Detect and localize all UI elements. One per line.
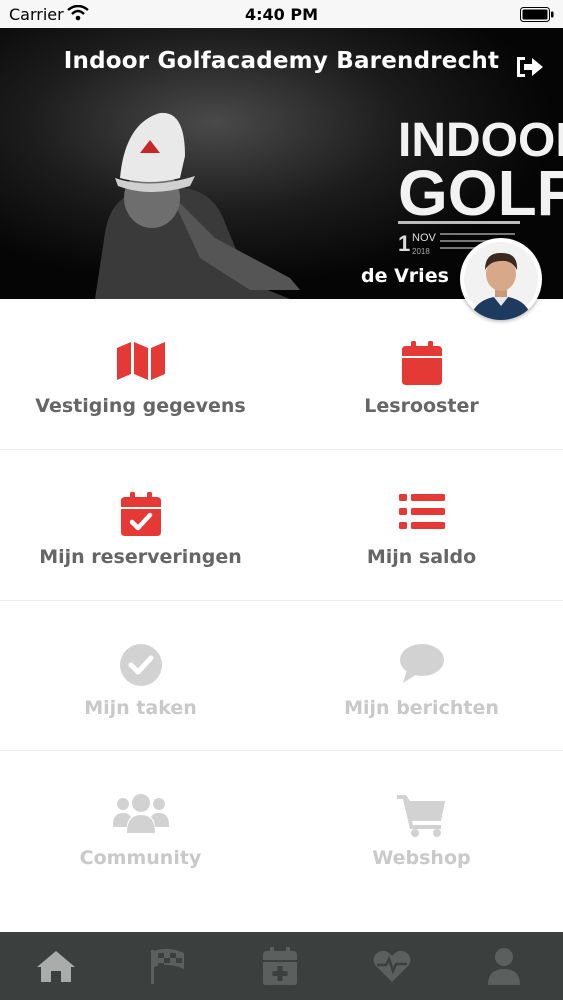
shopping-cart-icon (396, 795, 445, 837)
menu-tile-webshop[interactable]: Webshop (281, 751, 562, 901)
clock: 4:40 PM (244, 5, 318, 24)
menu-tile-label: Vestiging gegevens (35, 395, 246, 417)
status-bar: Carrier 4:40 PM (0, 0, 563, 28)
tab-health[interactable] (336, 932, 448, 1000)
menu-tile-label: Webshop (372, 847, 471, 869)
menu-tile-label: Mijn saldo (366, 546, 477, 568)
menu-tile-vestiging-gegevens[interactable]: Vestiging gegevens (0, 299, 281, 449)
user-icon (488, 948, 520, 985)
poster-month-text: NOV (412, 232, 437, 244)
tab-book-lesson[interactable] (224, 932, 336, 1000)
menu-tile-mijn-taken[interactable]: Mijn taken (0, 601, 281, 751)
menu-tile-label: Mijn reserveringen (39, 546, 242, 568)
menu-tile-lesrooster[interactable]: Lesrooster (281, 299, 562, 449)
poster-golf-text: GOLF (398, 157, 563, 229)
poster-day-text: 1 (398, 231, 410, 256)
calendar-icon (401, 341, 442, 385)
list-icon (398, 494, 445, 529)
menu-tile-label: Mijn berichten (344, 697, 499, 719)
battery-icon (520, 7, 554, 22)
tab-profile[interactable] (448, 932, 560, 1000)
menu-tile-label: Lesrooster (364, 395, 479, 417)
calendar-plus-icon (263, 947, 297, 985)
calendar-check-icon (120, 492, 161, 536)
menu-tile-label: Community (79, 847, 202, 869)
chat-bubble-icon (399, 644, 444, 683)
user-name: de Vries (361, 265, 449, 287)
users-icon (112, 794, 169, 833)
logout-icon[interactable] (513, 53, 545, 81)
menu-tile-community[interactable]: Community (0, 751, 281, 901)
bottom-tab-bar (0, 932, 563, 1000)
menu-tile-label: Mijn taken (84, 697, 197, 719)
home-icon (37, 951, 75, 982)
page-title: Indoor Golfacademy Barendrecht (63, 48, 500, 74)
check-circle-icon (119, 644, 162, 686)
heartbeat-icon (373, 950, 411, 982)
map-icon (116, 342, 165, 380)
checkered-flag-icon (151, 948, 184, 984)
menu-tile-mijn-reserveringen[interactable]: Mijn reserveringen (0, 450, 281, 600)
tab-home[interactable] (0, 932, 112, 1000)
poster-year-text: 2018 (412, 247, 430, 256)
menu-tile-mijn-berichten[interactable]: Mijn berichten (281, 601, 562, 751)
menu-tile-mijn-saldo[interactable]: Mijn saldo (281, 450, 562, 600)
tab-scorecard[interactable] (112, 932, 224, 1000)
